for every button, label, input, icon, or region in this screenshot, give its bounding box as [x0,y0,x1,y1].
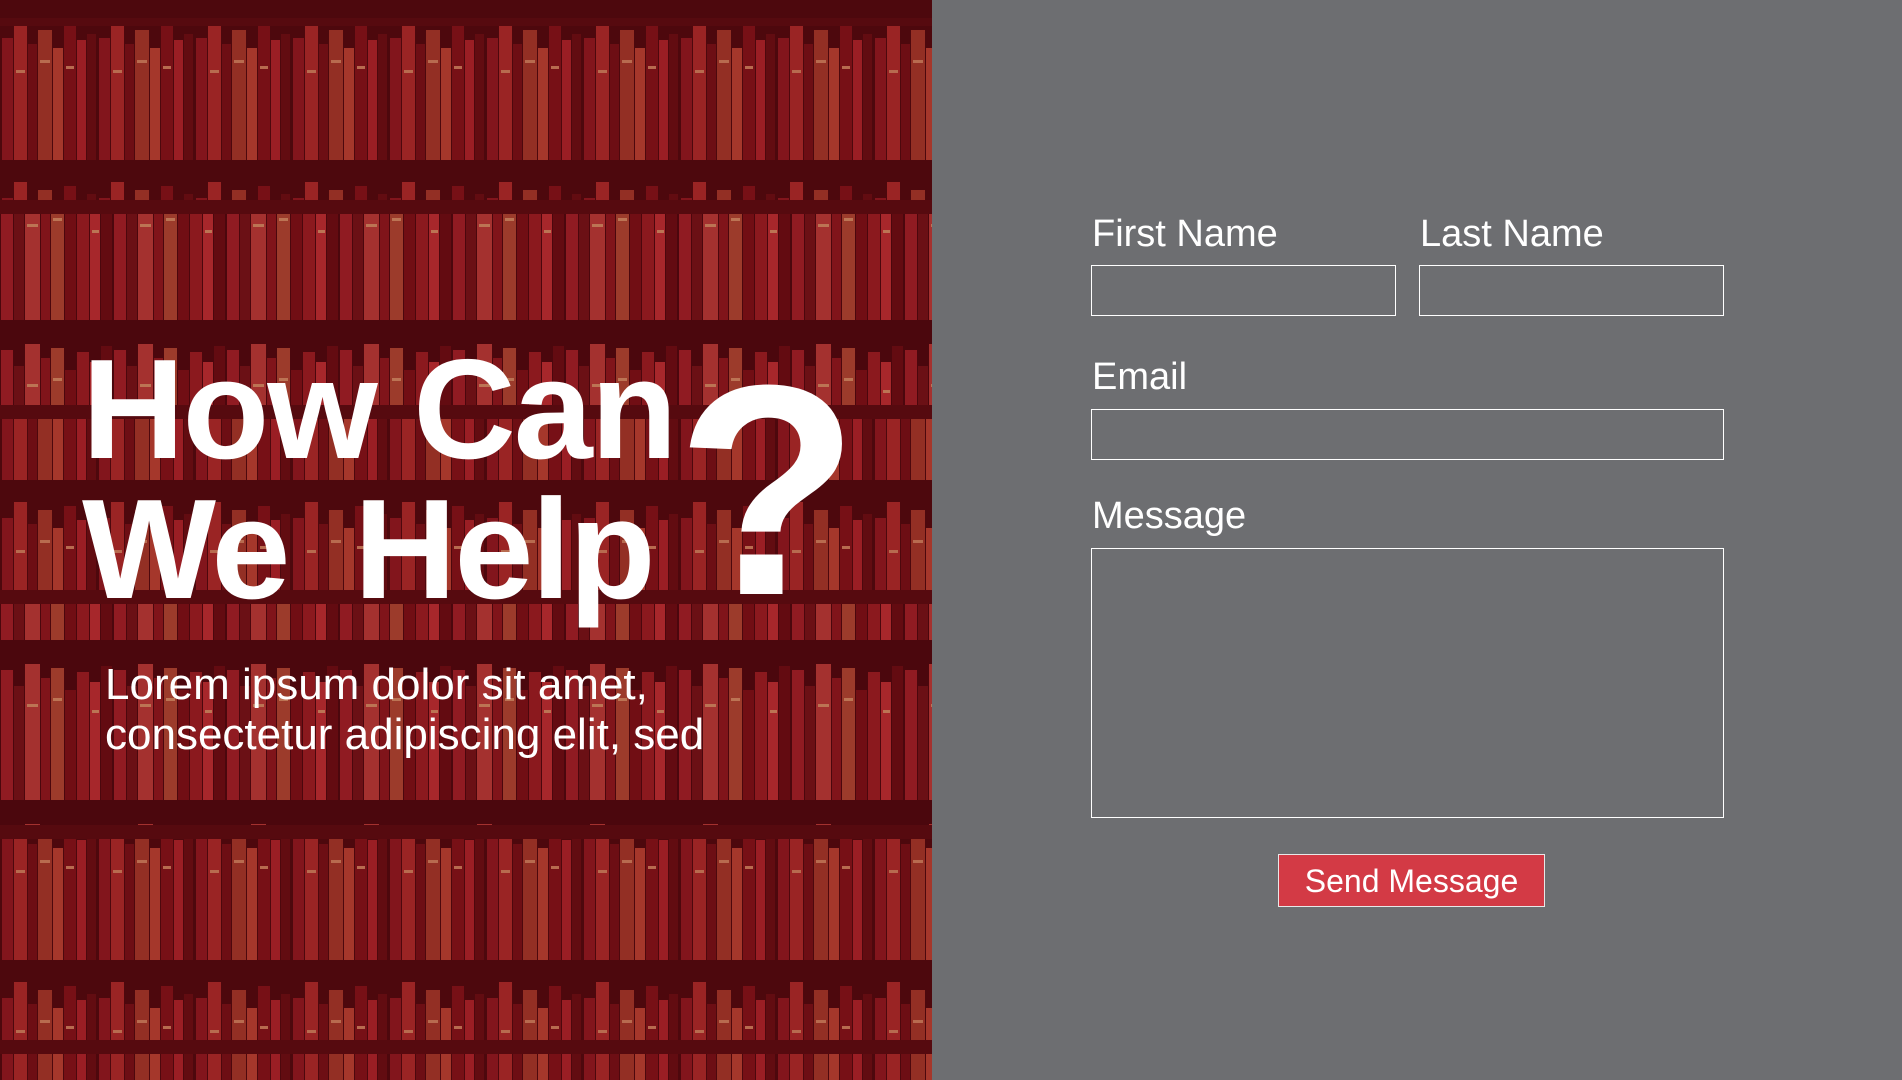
contact-form: First Name Last Name Email Message Send … [932,0,1902,1080]
first-name-label: First Name [1092,213,1278,255]
last-name-input[interactable] [1419,265,1724,316]
email-label: Email [1092,356,1188,398]
question-mark: ? [676,322,860,658]
last-name-label: Last Name [1420,213,1604,255]
hero-section: How Can We Help ? Lorem ipsum dolor sit … [0,0,932,1080]
hero-heading-line1: How Can [82,330,677,489]
message-textarea[interactable] [1091,548,1724,818]
hero-subtitle-line1: Lorem ipsum dolor sit amet, [105,660,648,709]
send-message-button[interactable]: Send Message [1278,854,1545,907]
first-name-input[interactable] [1091,265,1396,316]
hero-heading: How Can We Help [82,330,677,629]
hero-subtitle-line2: consectetur adipiscing elit, sed [105,710,705,759]
hero-subtitle: Lorem ipsum dolor sit amet, consectetur … [105,660,825,760]
email-input[interactable] [1091,409,1724,460]
contact-page: How Can We Help ? Lorem ipsum dolor sit … [0,0,1902,1080]
message-label: Message [1092,495,1247,537]
hero-heading-line2: We Help [82,470,656,629]
